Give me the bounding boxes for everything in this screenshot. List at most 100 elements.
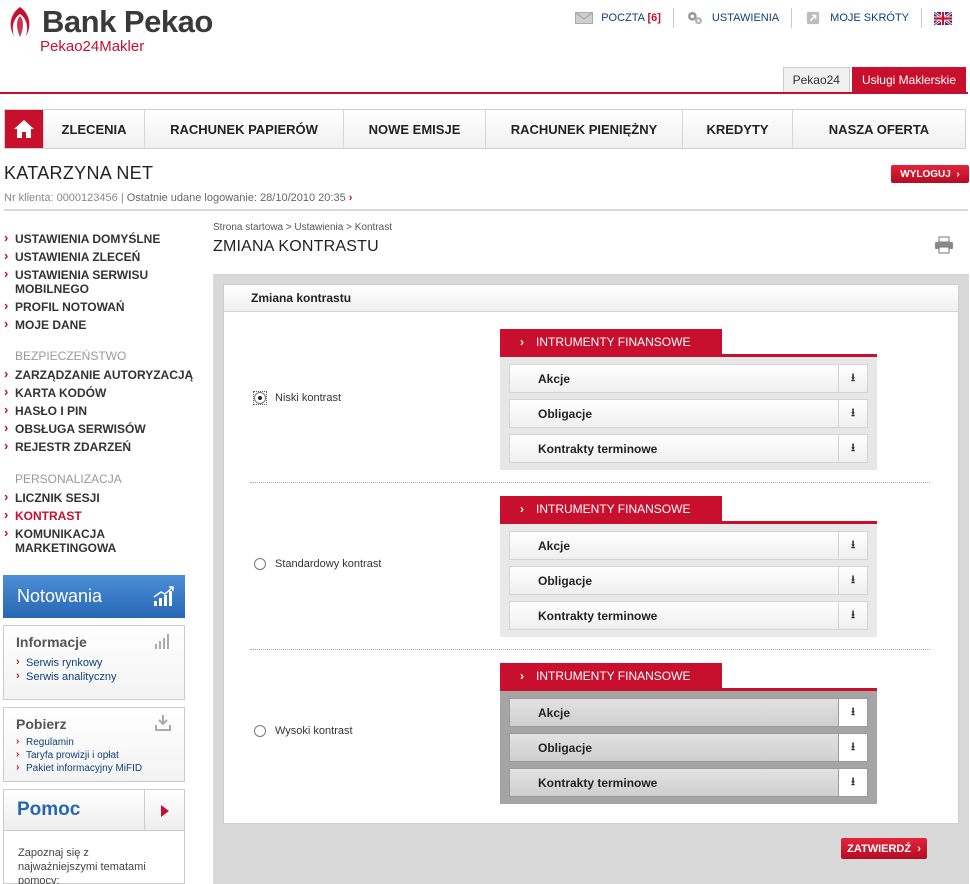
settings-label: USTAWIENIA: [711, 12, 780, 24]
confirm-label: ZATWIERDŹ: [847, 842, 912, 855]
sidebar-item-session-counter[interactable]: LICZNIK SESJI: [4, 490, 194, 505]
tab-pekao24[interactable]: Pekao24: [782, 67, 850, 93]
page-title: ZMIANA KONTRASTU: [213, 238, 379, 255]
nav-orders[interactable]: ZLECENIA: [43, 110, 144, 148]
shortcuts-label: MOJE SKRÓTY: [830, 12, 909, 24]
panel-title: Zmiana kontrastu: [224, 285, 958, 312]
instrument-row-stocks[interactable]: Akcje ⭳: [509, 364, 868, 393]
instrument-row-futures[interactable]: Kontrakty terminowe ⭳: [509, 601, 868, 630]
sidebar-item-code-card[interactable]: KARTA KODÓW: [4, 385, 194, 400]
sidebar-item-contrast[interactable]: KONTRAST: [4, 508, 194, 523]
logout-button[interactable]: WYLOGUJ ›: [891, 165, 969, 183]
shortcut-arrow-icon: [807, 11, 820, 25]
download-arrow-icon[interactable]: ⭳: [838, 602, 867, 629]
option-standard-contrast[interactable]: Standardowy kontrast: [253, 558, 381, 570]
nav-cash-account[interactable]: RACHUNEK PIENIĘŻNY: [485, 110, 682, 148]
tab-underline: [0, 92, 968, 94]
download-arrow-icon[interactable]: ⭳: [838, 699, 867, 726]
sidebar-item-services[interactable]: OBSŁUGA SERWISÓW: [4, 421, 194, 436]
row-label: Kontrakty terminowe: [538, 608, 658, 623]
section-divider: [4, 209, 968, 211]
sidebar-item-password-pin[interactable]: HASŁO I PIN: [4, 403, 194, 418]
signal-bars-icon: [155, 634, 169, 649]
confirm-button[interactable]: ZATWIERDŹ ›: [841, 838, 927, 859]
download-arrow-icon[interactable]: ⭳: [838, 567, 867, 594]
option-label: Standardowy kontrast: [275, 558, 382, 570]
sidebar-item-quote-profile[interactable]: PROFIL NOTOWAŃ: [4, 299, 194, 314]
instruments-tab-label: INTRUMENTY FINANSOWE: [536, 501, 691, 516]
sidebar-item-default-settings[interactable]: USTAWIENIA DOMYŚLNE: [4, 231, 194, 246]
radio-standard-contrast[interactable]: [254, 558, 266, 570]
quotes-button[interactable]: Notowania: [3, 575, 185, 618]
instruments-tab[interactable]: › INTRUMENTY FINANSOWE: [500, 496, 722, 521]
home-button[interactable]: [5, 110, 43, 148]
instrument-row-bonds[interactable]: Obligacje ⭳: [509, 566, 868, 595]
instruments-tab[interactable]: › INTRUMENTY FINANSOWE: [500, 329, 722, 354]
uk-flag-icon[interactable]: [934, 11, 952, 25]
sidebar-heading-security: BEZPIECZEŃSTWO: [15, 349, 127, 363]
option-low-contrast[interactable]: Niski kontrast: [253, 391, 341, 405]
mail-link[interactable]: POCZTA [6]: [563, 8, 673, 28]
download-arrow-icon[interactable]: ⭳: [838, 532, 867, 559]
nav-securities-account[interactable]: RACHUNEK PAPIERÓW: [144, 110, 343, 148]
sidebar-item-order-settings[interactable]: USTAWIENIA ZLECEŃ: [4, 249, 194, 264]
radio-focus-ring: [253, 391, 267, 405]
breadcrumb[interactable]: Strona startowa > Ustawienia > Kontrast: [213, 222, 392, 233]
sidebar-heading-personalization: PERSONALIZACJA: [15, 472, 122, 486]
sidebar-item-my-data[interactable]: MOJE DANE: [4, 317, 194, 332]
settings-link[interactable]: USTAWIENIA: [674, 8, 791, 28]
tab-brokerage-services[interactable]: Usługi Maklerskie: [851, 67, 966, 93]
play-arrow-icon: [160, 804, 169, 817]
last-login-label: Ostatnie udane logowanie:: [126, 192, 257, 204]
link-mifid-pack[interactable]: Pakiet informacyjny MiFID: [16, 761, 172, 775]
instrument-row-futures[interactable]: Kontrakty terminowe ⭳: [509, 768, 868, 797]
link-regulations[interactable]: Regulamin: [16, 735, 172, 749]
help-open-button[interactable]: [144, 790, 184, 831]
download-title: Pobierz: [16, 716, 67, 732]
row-label: Akcje: [538, 705, 571, 720]
link-fee-table[interactable]: Taryfa prowizji i opłat: [16, 748, 172, 762]
nav-new-issues[interactable]: NOWE EMISJE: [343, 110, 485, 148]
row-label: Obligacje: [538, 406, 593, 421]
shortcuts-link[interactable]: MOJE SKRÓTY: [792, 8, 921, 28]
instruments-tab[interactable]: › INTRUMENTY FINANSOWE: [500, 663, 722, 688]
nav-credits[interactable]: KREDYTY: [682, 110, 792, 148]
mail-label: POCZTA: [601, 12, 645, 24]
print-icon[interactable]: [934, 236, 954, 254]
download-arrow-icon[interactable]: ⭳: [838, 769, 867, 796]
brand-subtitle: Pekao24Makler: [40, 38, 145, 55]
sidebar-item-marketing[interactable]: KOMUNIKACJA MARKETINGOWA: [4, 526, 134, 555]
sidebar-personalization: LICZNIK SESJI KONTRAST KOMUNIKACJA MARKE…: [4, 490, 194, 559]
sidebar-item-event-log[interactable]: REJESTR ZDARZEŃ: [4, 439, 194, 454]
sidebar-item-mobile-settings[interactable]: USTAWIENIA SERWISU MOBILNEGO: [4, 267, 194, 296]
sidebar-settings: USTAWIENIA DOMYŚLNE USTAWIENIA ZLECEŃ US…: [4, 231, 194, 336]
download-arrow-icon[interactable]: ⭳: [838, 435, 867, 462]
nav-our-offer[interactable]: NASZA OFERTA: [792, 110, 965, 148]
instrument-row-stocks[interactable]: Akcje ⭳: [509, 531, 868, 560]
row-label: Kontrakty terminowe: [538, 775, 658, 790]
instruments-tab-label: INTRUMENTY FINANSOWE: [536, 334, 691, 349]
instrument-row-bonds[interactable]: Obligacje ⭳: [509, 733, 868, 762]
link-analytical-service[interactable]: Serwis analityczny: [16, 669, 172, 684]
info-title: Informacje: [16, 634, 87, 650]
link-market-service[interactable]: Serwis rynkowy: [16, 655, 172, 670]
info-box: Informacje Serwis rynkowy Serwis anality…: [3, 625, 185, 700]
radio-high-contrast[interactable]: [254, 725, 266, 737]
download-arrow-icon[interactable]: ⭳: [838, 734, 867, 761]
option-high-contrast[interactable]: Wysoki kontrast: [253, 725, 353, 737]
client-number: Nr klienta: 0000123456: [4, 192, 118, 204]
instrument-row-futures[interactable]: Kontrakty terminowe ⭳: [509, 434, 868, 463]
sidebar-item-authorization[interactable]: ZARZĄDZANIE AUTORYZACJĄ: [4, 367, 194, 382]
rising-chart-icon: [153, 586, 174, 606]
download-arrow-icon[interactable]: ⭳: [838, 365, 867, 392]
row-label: Akcje: [538, 538, 571, 553]
instrument-row-bonds[interactable]: Obligacje ⭳: [509, 399, 868, 428]
download-box: Pobierz Regulamin Taryfa prowizji i opła…: [3, 707, 185, 782]
mail-count: [6]: [647, 12, 661, 24]
radio-low-contrast[interactable]: [254, 392, 266, 404]
preview-standard-contrast: › INTRUMENTY FINANSOWE Akcje ⭳ Obligacje ⭳ …: [500, 496, 877, 637]
download-arrow-icon[interactable]: ⭳: [838, 400, 867, 427]
instrument-row-stocks[interactable]: Akcje ⭳: [509, 698, 868, 727]
user-meta: Nr klienta: 0000123456 | Ostatnie udane …: [4, 192, 352, 204]
last-login-arrow[interactable]: ›: [349, 192, 353, 204]
